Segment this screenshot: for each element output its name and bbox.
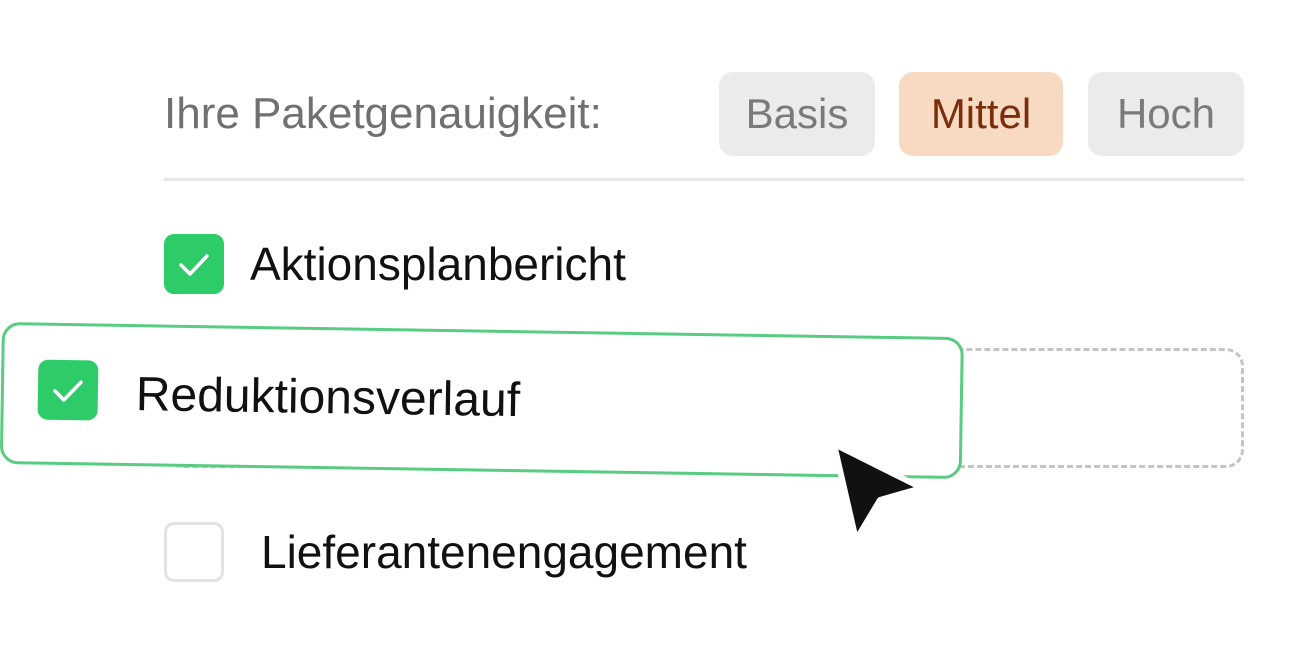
accuracy-option-hoch[interactable]: Hoch (1088, 72, 1244, 156)
report-option-label: Lieferantenengagement (261, 526, 747, 578)
report-option-reduktionsverlauf-dragging[interactable]: Reduktionsverlauf (0, 322, 964, 480)
mouse-pointer-icon (831, 441, 925, 543)
report-option-aktionsplanbericht[interactable]: Aktionsplanbericht (164, 234, 764, 294)
divider (164, 178, 1244, 181)
report-option-label: Aktionsplanbericht (250, 238, 626, 290)
checkbox-checked[interactable] (37, 359, 99, 421)
checkbox-checked[interactable] (164, 234, 224, 294)
report-configurator: Ihre Paketgenauigkeit: Basis Mittel Hoch… (0, 0, 1316, 660)
accuracy-label: Ihre Paketgenauigkeit: (164, 89, 602, 138)
check-icon (179, 254, 209, 276)
accuracy-option-mittel[interactable]: Mittel (899, 72, 1063, 156)
check-icon (53, 380, 83, 402)
report-option-lieferantenengagement[interactable]: Lieferantenengagement (164, 522, 864, 582)
checkbox-unchecked[interactable] (164, 522, 224, 582)
accuracy-option-basis[interactable]: Basis (719, 72, 875, 156)
report-option-label: Reduktionsverlauf (135, 368, 521, 428)
accuracy-selector: Ihre Paketgenauigkeit: Basis Mittel Hoch (164, 72, 1244, 156)
